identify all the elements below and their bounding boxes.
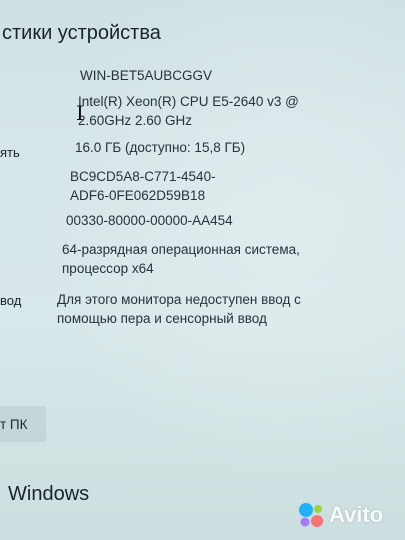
system-type-value-line2: процессор x64 — [62, 261, 154, 276]
avito-watermark-text: Avito — [329, 502, 384, 527]
avito-dot-1 — [314, 505, 322, 513]
text-cursor-icon: I — [76, 101, 84, 125]
processor-value-line1: Intel(R) Xeon(R) CPU E5-2640 v3 @ — [78, 94, 299, 109]
section-title: стики устройства — [2, 22, 161, 44]
device-id-value-line2: ADF6-0FE062D59B18 — [70, 188, 206, 203]
avito-dot-3 — [300, 517, 310, 527]
system-type-value-line1: 64-разрядная операционная система, — [62, 242, 300, 257]
device-id-value-line1: BC9CD5A8-C771-4540- — [70, 169, 216, 184]
processor-value-line2: 2.60GHz 2.60 GHz — [78, 113, 193, 128]
ram-value: 16.0 ГБ (доступно: 15,8 ГБ) — [75, 140, 246, 155]
processor-value: Intel(R) Xeon(R) CPU E5-2640 v3 @ 2.60GH… — [78, 92, 299, 130]
pen-touch-value: Для этого монитора недоступен ввод с пом… — [57, 290, 301, 328]
ram-label: ять — [0, 145, 20, 160]
avito-logo-icon — [299, 503, 323, 527]
device-id-value: BC9CD5A8-C771-4540- ADF6-0FE062D59B18 — [70, 167, 216, 205]
rename-pc-button[interactable]: т ПК — [0, 406, 46, 442]
product-id-value: 00330-80000-00000-AA454 — [66, 213, 233, 228]
avito-dot-0 — [299, 503, 313, 517]
pen-touch-label: вод — [0, 293, 22, 308]
device-name-value: WIN-BET5AUBCGGV — [80, 68, 213, 83]
system-type-value: 64-разрядная операционная система, проце… — [62, 240, 300, 278]
windows-section-heading: Windows — [8, 483, 90, 505]
pen-touch-value-line2: помощью пера и сенсорный ввод — [57, 311, 267, 326]
avito-dot-2 — [311, 515, 323, 527]
pen-touch-value-line1: Для этого монитора недоступен ввод с — [57, 292, 301, 307]
avito-watermark: Avito — [297, 500, 393, 530]
